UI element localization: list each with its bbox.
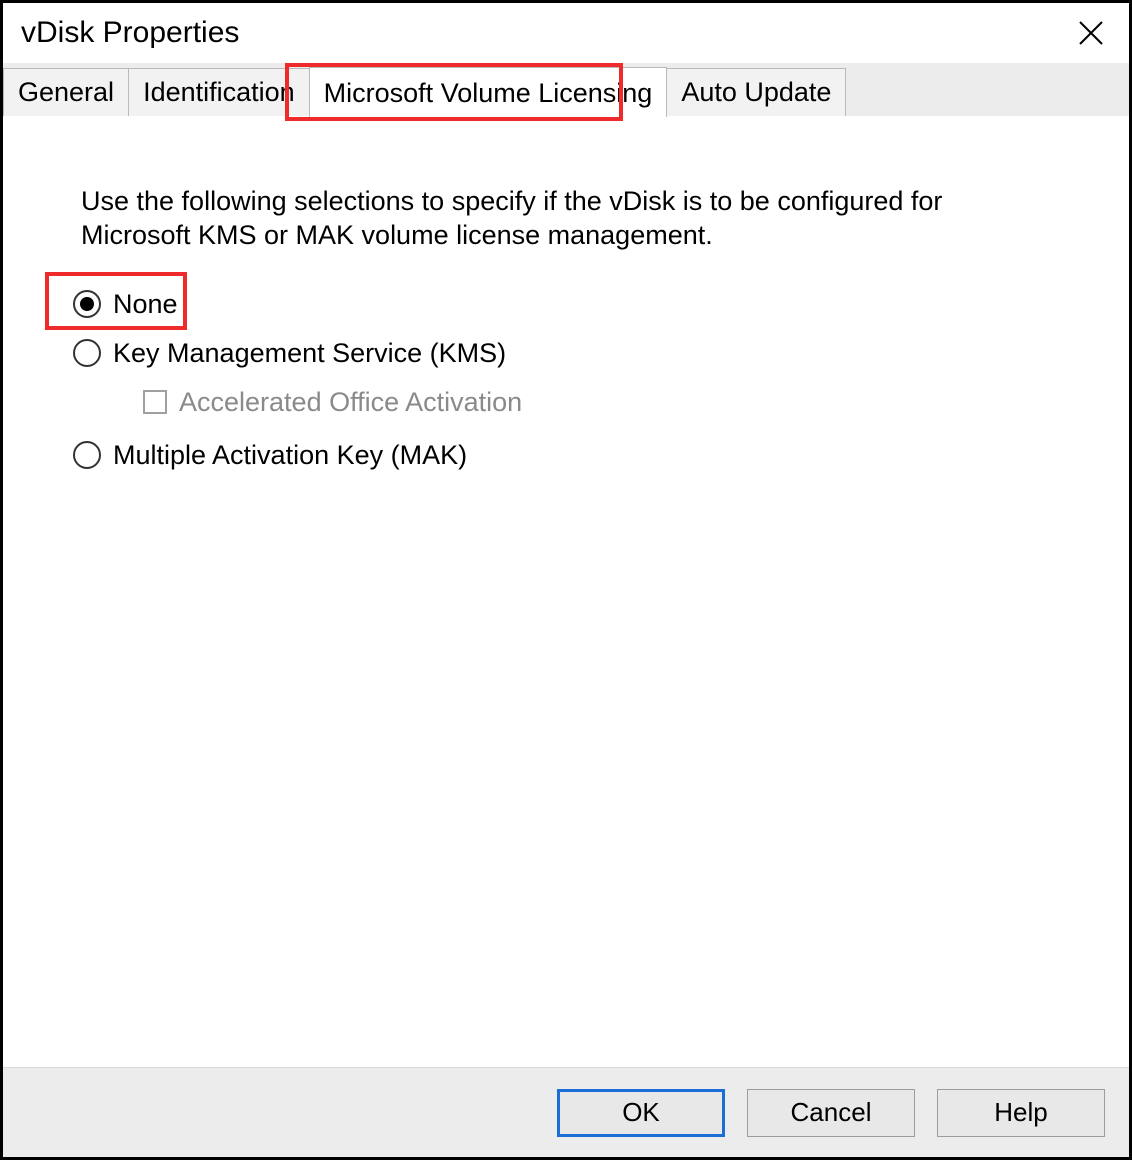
tab-strip: General Identification Microsoft Volume … [3,63,1129,117]
radio-label: Key Management Service (KMS) [113,338,506,369]
radio-icon [73,290,101,318]
radio-option-kms[interactable]: Key Management Service (KMS) [73,338,1061,369]
tab-microsoft-volume-licensing[interactable]: Microsoft Volume Licensing [309,67,668,117]
tab-general[interactable]: General [3,68,129,116]
dialog-button-bar: OK Cancel Help [3,1067,1129,1157]
help-button[interactable]: Help [937,1089,1105,1137]
radio-option-mak[interactable]: Multiple Activation Key (MAK) [73,440,1061,471]
radio-label: None [113,289,178,320]
description-text: Use the following selections to specify … [81,185,1051,253]
radio-option-none[interactable]: None [73,289,1061,320]
ok-button[interactable]: OK [557,1089,725,1137]
tab-auto-update[interactable]: Auto Update [666,68,846,116]
checkbox-accelerated-office-activation: Accelerated Office Activation [143,387,1061,418]
title-bar: vDisk Properties [3,3,1129,63]
tab-identification[interactable]: Identification [128,68,310,116]
checkbox-label: Accelerated Office Activation [179,387,522,418]
radio-icon [73,339,101,367]
tab-panel-licensing: Use the following selections to specify … [3,125,1129,1064]
window-title: vDisk Properties [21,16,239,50]
radio-icon [73,441,101,469]
radio-label: Multiple Activation Key (MAK) [113,440,467,471]
close-icon[interactable] [1071,13,1111,53]
cancel-button[interactable]: Cancel [747,1089,915,1137]
checkbox-icon [143,390,167,414]
